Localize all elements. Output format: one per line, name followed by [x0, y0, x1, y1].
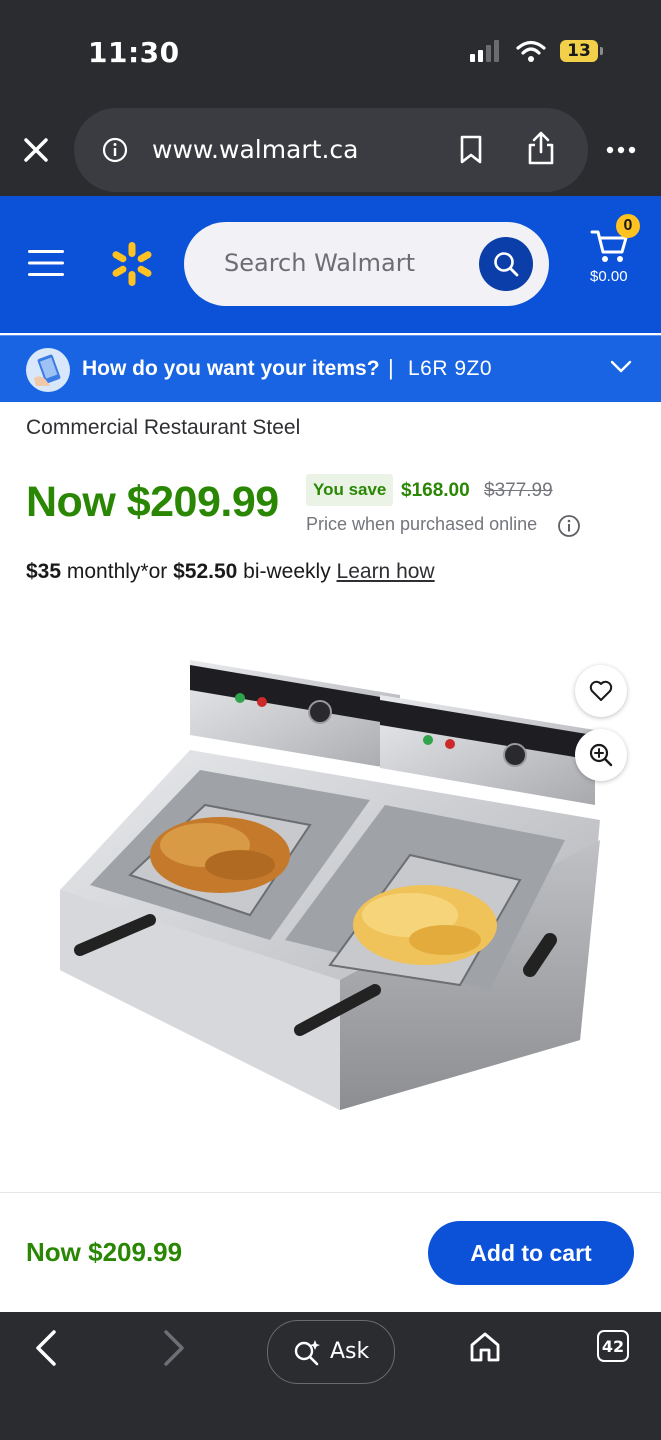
cart-count-badge: 0	[616, 214, 640, 238]
walmart-header: Search Walmart 0 $0.00	[0, 196, 661, 333]
postal-code[interactable]: L6R 9Z0	[408, 357, 492, 381]
monthly-text: monthly*or	[61, 560, 174, 583]
cart-total: $0.00	[590, 268, 628, 285]
ask-label: Ask	[330, 1339, 370, 1364]
save-amount: $168.00	[401, 480, 470, 501]
share-icon[interactable]	[526, 130, 556, 166]
browser-toolbar: www.walmart.ca	[0, 108, 661, 196]
info-icon[interactable]	[557, 514, 581, 538]
add-to-cart-button[interactable]: Add to cart	[428, 1221, 634, 1285]
close-tab-icon[interactable]	[20, 134, 52, 166]
tabs-count-button[interactable]: 42	[597, 1330, 629, 1362]
wifi-icon	[516, 40, 546, 62]
fulfillment-phone-icon	[26, 348, 70, 392]
sticky-purchase-bar: Now $209.99 Add to cart	[0, 1192, 661, 1313]
chevron-down-icon[interactable]	[610, 360, 632, 374]
ai-search-icon	[294, 1340, 320, 1366]
you-save-badge: You save	[306, 474, 394, 506]
biweekly-amount: $52.50	[173, 560, 238, 583]
biweekly-text: bi-weekly	[237, 560, 337, 583]
battery-indicator: 13	[560, 40, 603, 62]
more-options-icon[interactable]	[606, 146, 636, 154]
walmart-spark-logo-icon[interactable]	[108, 240, 156, 288]
search-input[interactable]: Search Walmart	[224, 249, 415, 277]
battery-level: 13	[560, 40, 598, 62]
monthly-amount: $35	[26, 560, 62, 583]
forward-icon[interactable]	[160, 1328, 188, 1368]
address-bar[interactable]: www.walmart.ca	[74, 108, 588, 192]
site-info-icon[interactable]	[102, 137, 128, 163]
status-icons: 13	[470, 40, 603, 62]
browser-bottom-nav: Ask 42	[0, 1312, 661, 1440]
price-note: Price when purchased online	[306, 514, 538, 534]
product-title: Commercial Restaurant Steel	[26, 416, 301, 439]
was-price: $377.99	[484, 480, 553, 501]
fulfillment-separator: |	[388, 355, 394, 380]
ask-button[interactable]: Ask	[267, 1320, 395, 1384]
learn-how-link[interactable]: Learn how	[337, 560, 435, 583]
zoom-in-icon	[589, 743, 613, 767]
favorite-button[interactable]	[575, 665, 627, 717]
search-bar[interactable]: Search Walmart	[184, 222, 549, 306]
search-button[interactable]	[479, 237, 533, 291]
home-icon[interactable]	[468, 1330, 502, 1364]
search-icon	[494, 252, 519, 277]
financing-text: $35 monthly*or $52.50 bi-weekly Learn ho…	[26, 560, 435, 584]
sticky-price: Now $209.99	[26, 1237, 183, 1267]
current-price: Now $209.99	[26, 478, 279, 526]
fulfillment-selector[interactable]: How do you want your items? | L6R 9Z0	[0, 335, 661, 402]
deep-fryer-image[interactable]	[40, 640, 640, 1160]
zoom-button[interactable]	[575, 729, 627, 781]
cart-button[interactable]: 0 $0.00	[586, 212, 646, 292]
bookmark-icon[interactable]	[458, 134, 484, 166]
url-text[interactable]: www.walmart.ca	[152, 135, 358, 164]
hamburger-menu-icon[interactable]	[28, 248, 64, 278]
heart-icon	[589, 680, 613, 701]
cellular-signal-icon	[470, 40, 499, 62]
status-bar: 11:30 13	[0, 0, 661, 108]
status-time: 11:30	[88, 36, 180, 69]
back-icon[interactable]	[32, 1328, 60, 1368]
fulfillment-question[interactable]: How do you want your items?	[82, 357, 380, 381]
